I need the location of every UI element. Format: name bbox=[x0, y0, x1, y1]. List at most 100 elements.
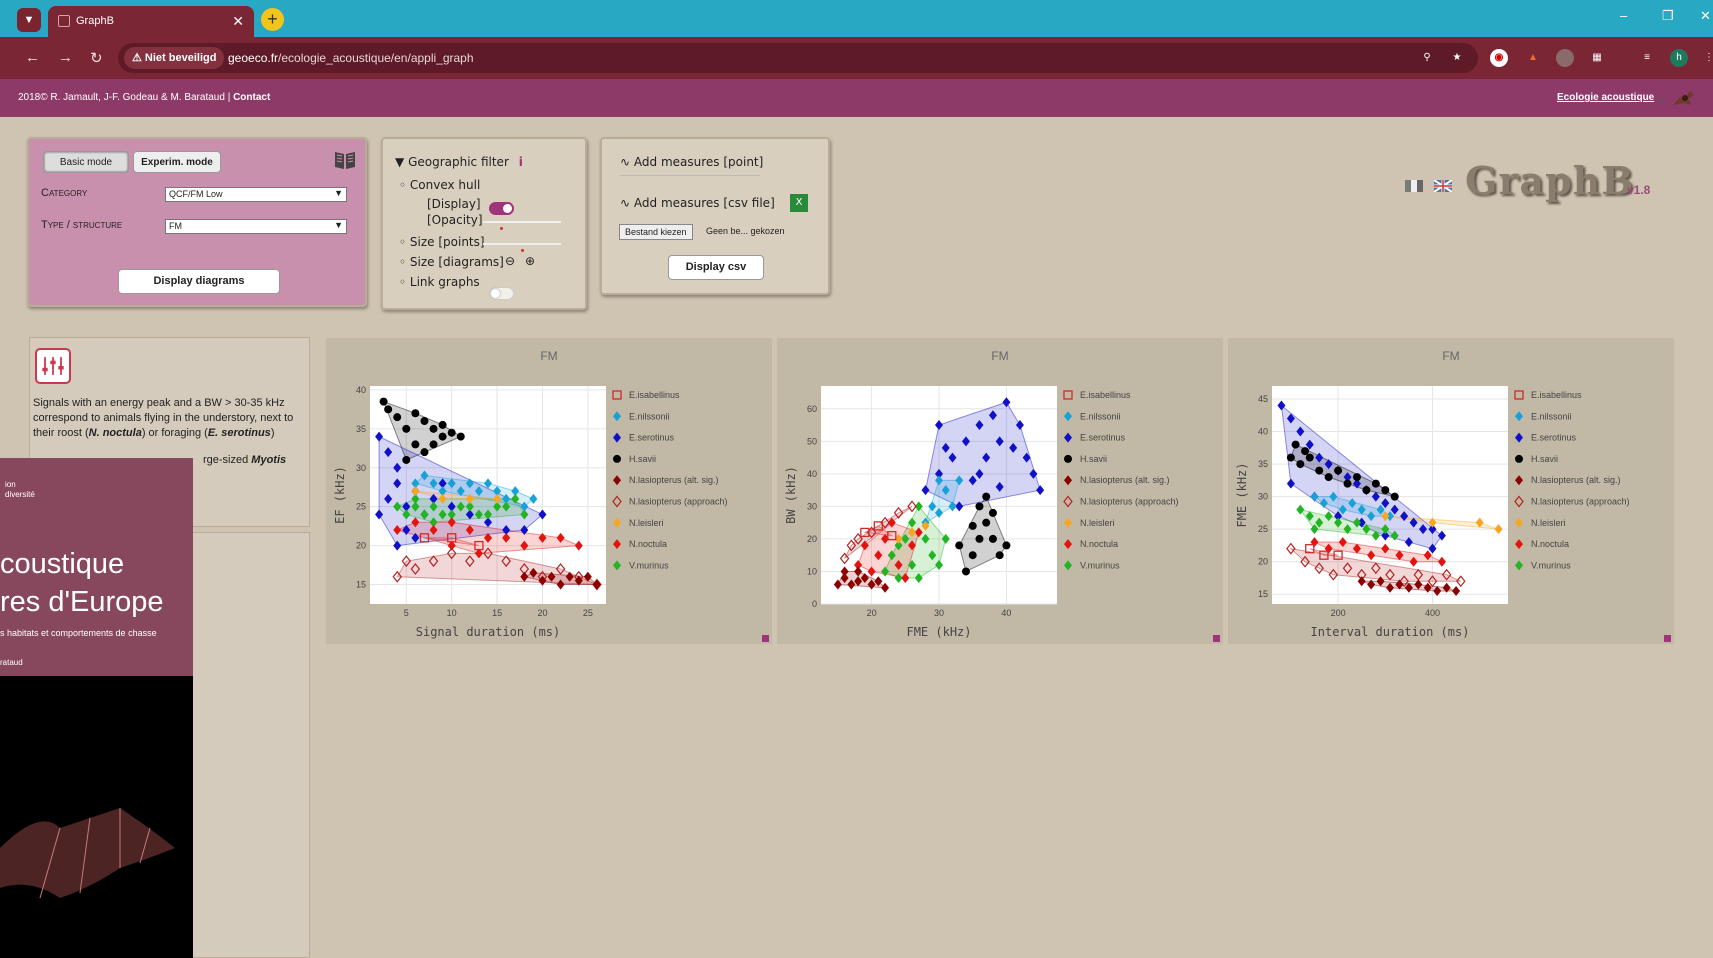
display-csv-button[interactable]: Display csv bbox=[668, 255, 764, 280]
extension-grey-icon[interactable] bbox=[1556, 49, 1574, 67]
bat-logo-icon[interactable] bbox=[1670, 85, 1696, 111]
info-p1-mid: ) or foraging ( bbox=[141, 427, 208, 439]
display-diagrams-button[interactable]: Display diagrams bbox=[118, 269, 280, 294]
legend-label: E.serotinus bbox=[1080, 433, 1126, 443]
data-point bbox=[982, 518, 991, 527]
data-point bbox=[1334, 466, 1343, 475]
display-label: [Display] bbox=[427, 197, 481, 211]
opacity-slider-handle[interactable] bbox=[500, 227, 503, 230]
zoom-icon[interactable]: ⚲ bbox=[1418, 49, 1436, 67]
minimize-icon[interactable]: – bbox=[1620, 8, 1627, 23]
geographic-filter-title[interactable]: ▼ Geographic filter i bbox=[395, 155, 523, 169]
legend-label: N.noctula bbox=[1531, 539, 1569, 549]
y-tick-label: 40 bbox=[807, 469, 817, 479]
x-tick-label: 20 bbox=[867, 608, 877, 618]
settings-sliders-icon[interactable] bbox=[35, 348, 71, 384]
y-tick-label: 20 bbox=[807, 534, 817, 544]
x-tick-label: 40 bbox=[1001, 608, 1011, 618]
window-close-icon[interactable]: ✕ bbox=[1700, 8, 1711, 24]
y-tick-label: 35 bbox=[1258, 459, 1268, 469]
ecologie-acoustique-link[interactable]: Ecologie acoustique bbox=[1557, 92, 1654, 103]
contact-link[interactable]: Contact bbox=[233, 92, 270, 103]
graphb-logo: GraphB bbox=[1465, 158, 1635, 203]
legend-marker bbox=[1515, 560, 1523, 571]
size-points-slider[interactable] bbox=[483, 243, 561, 245]
zoom-out-icon[interactable]: ⊖ bbox=[505, 254, 515, 268]
reload-icon[interactable]: ↻ bbox=[90, 49, 103, 67]
zoom-in-icon[interactable]: ⊕ bbox=[525, 254, 535, 268]
category-select[interactable]: QCF/FM Low ▼ bbox=[165, 187, 347, 202]
x-tick-label: 30 bbox=[934, 608, 944, 618]
legend-marker bbox=[1064, 539, 1072, 550]
data-point bbox=[995, 551, 1004, 560]
address-bar[interactable]: ⚠ Niet beveiligd geoeco.fr/ecologie_acou… bbox=[118, 43, 1478, 73]
legend-label: N.lasiopterus (alt. sig.) bbox=[1080, 475, 1170, 485]
data-point bbox=[1296, 460, 1305, 469]
data-point bbox=[975, 534, 984, 543]
credits: 2018© R. Jamault, J-F. Godeau & M. Barat… bbox=[18, 92, 270, 103]
add-measures-point[interactable]: ∿ Add measures [point] bbox=[620, 155, 763, 169]
data-point bbox=[988, 508, 997, 517]
data-point bbox=[1301, 447, 1310, 456]
type-select[interactable]: FM ▼ bbox=[165, 219, 347, 234]
chart-title: FM bbox=[1442, 349, 1459, 363]
new-tab-button[interactable]: + bbox=[261, 8, 284, 31]
back-icon[interactable]: ← bbox=[25, 49, 40, 66]
size-points-slider-handle[interactable] bbox=[521, 249, 524, 252]
display-hull-toggle[interactable] bbox=[489, 202, 514, 215]
security-warning[interactable]: ⚠ Niet beveiligd bbox=[124, 47, 225, 69]
chart-title: FM bbox=[991, 349, 1008, 363]
x-axis-label: Signal duration (ms) bbox=[416, 625, 561, 639]
book-title-1: coustique bbox=[0, 548, 125, 580]
tab-search-icon[interactable]: ▼ bbox=[17, 8, 41, 32]
extensions-puzzle-icon[interactable]: ▦ bbox=[1588, 49, 1606, 67]
measures-panel: ∿ Add measures [point] ∿ Add measures [c… bbox=[600, 137, 830, 295]
experim-mode-button[interactable]: Experim. mode bbox=[133, 151, 221, 173]
url-path: /ecologie_acoustique/en/appli_graph bbox=[278, 51, 474, 65]
file-status: Geen be... gekozen bbox=[706, 226, 785, 236]
adblock-icon[interactable]: ◉ bbox=[1490, 49, 1508, 67]
book-title-2: res d'Europe bbox=[0, 586, 164, 618]
reading-list-icon[interactable]: ≡ bbox=[1638, 49, 1656, 67]
legend-marker bbox=[1063, 495, 1073, 508]
legend-marker bbox=[1515, 475, 1523, 486]
legend-label: H.savii bbox=[1080, 454, 1107, 464]
site-header: 2018© R. Jamault, J-F. Godeau & M. Barat… bbox=[0, 79, 1713, 117]
url-text[interactable]: geoeco.fr/ecologie_acoustique/en/appli_g… bbox=[228, 51, 474, 65]
flag-fr-icon[interactable] bbox=[1405, 180, 1423, 192]
opacity-label: [Opacity] bbox=[427, 213, 483, 227]
legend-marker bbox=[1515, 411, 1523, 422]
extension-fire-icon[interactable]: ▲ bbox=[1524, 49, 1542, 67]
legend-marker bbox=[1064, 475, 1072, 486]
y-tick-label: 30 bbox=[356, 463, 366, 473]
data-point bbox=[384, 405, 393, 414]
menu-icon[interactable]: ⋮ bbox=[1700, 49, 1713, 67]
data-point bbox=[1381, 486, 1390, 495]
info-icon[interactable]: i bbox=[519, 155, 523, 169]
tab-close-icon[interactable]: ✕ bbox=[232, 13, 244, 30]
legend-label: E.serotinus bbox=[629, 433, 675, 443]
forward-icon[interactable]: → bbox=[58, 49, 73, 66]
flag-uk-icon[interactable] bbox=[1434, 180, 1452, 192]
y-tick-label: 60 bbox=[807, 404, 817, 414]
legend-label: N.lasiopterus (alt. sig.) bbox=[1531, 475, 1621, 485]
convex-hull-label: ◦ Convex hull bbox=[399, 178, 481, 192]
choose-file-button[interactable]: Bestand kiezen bbox=[619, 224, 693, 240]
basic-mode-button[interactable]: Basic mode bbox=[43, 151, 129, 173]
legend-marker bbox=[613, 475, 621, 486]
data-point bbox=[968, 521, 977, 530]
restore-icon[interactable]: ❐ bbox=[1662, 8, 1674, 24]
funnel-icon: ▼ bbox=[395, 155, 405, 169]
browser-tab[interactable]: GraphB ✕ bbox=[48, 6, 254, 37]
book-icon[interactable] bbox=[334, 150, 356, 170]
opacity-slider[interactable] bbox=[483, 221, 561, 223]
link-graphs-toggle[interactable] bbox=[489, 287, 514, 300]
add-measures-csv[interactable]: ∿ Add measures [csv file] bbox=[620, 196, 775, 210]
species-noctula: N. noctula bbox=[88, 427, 142, 439]
bookmark-star-icon[interactable]: ★ bbox=[1448, 49, 1466, 67]
excel-icon: X bbox=[790, 194, 808, 212]
legend-marker bbox=[1064, 411, 1072, 422]
profile-avatar[interactable]: h bbox=[1670, 49, 1688, 67]
data-point bbox=[1291, 440, 1300, 449]
data-point bbox=[955, 541, 964, 550]
